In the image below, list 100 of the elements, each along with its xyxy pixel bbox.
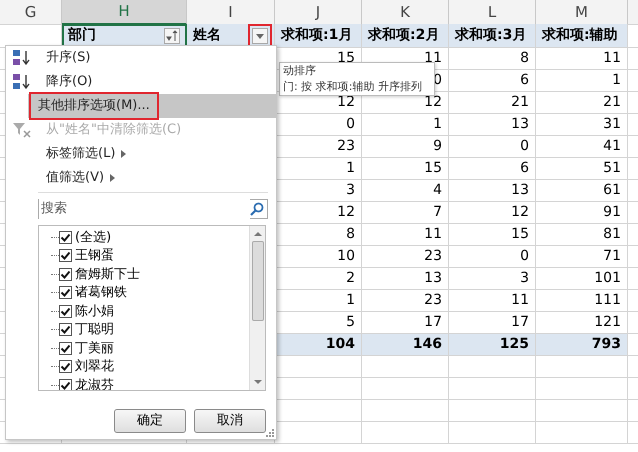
dropdown-arrow-icon [255,32,265,40]
menu-item[interactable]: 值筛选(V) [6,166,276,190]
table-cell-text: 15 [424,159,442,178]
checkbox[interactable] [59,304,75,318]
total-cell-text: 104 [326,335,355,354]
table-cell-text: 81 [603,225,621,244]
submenu-arrow-icon [121,150,126,158]
list-item-label[interactable]: 王钢蛋 [75,246,114,266]
table-cell-text: 23 [424,291,442,310]
table-cell-text: 8 [346,225,355,244]
sort-descending-icon [12,73,32,91]
checkbox[interactable] [59,360,75,374]
total-cell-text: 125 [500,335,529,354]
table-cell-text: 17 [511,313,529,332]
table-cell-text: 11 [424,225,442,244]
list-item-label[interactable]: 龙淑芬 [75,376,114,390]
column-title: 求和项:辅助 [542,26,618,45]
column-title: 求和项:3月 [455,26,526,45]
table-cell-text: 71 [603,247,621,266]
table-cell-text: 101 [594,269,621,288]
scrollbar[interactable] [249,226,265,390]
checkbox[interactable] [59,230,75,244]
table-cell-text: 11 [603,49,621,68]
table-cell-text: 4 [433,181,442,200]
checkbox[interactable] [59,378,75,390]
table-cell-text: 21 [603,93,621,112]
table-cell-text: 3 [520,269,529,288]
scroll-down-icon[interactable] [254,379,262,385]
table-cell-text: 15 [337,49,355,68]
tooltip-title: 动排序 [283,63,317,79]
table-cell-text: 5 [346,313,355,332]
dialog-button[interactable]: 取消 [194,409,266,433]
list-item-label[interactable]: (全选) [75,228,112,247]
table-cell-text: 9 [433,137,442,156]
list-item-label[interactable]: 陈小娟 [75,302,114,321]
total-cell-text: 793 [592,335,621,354]
list-item-label[interactable]: 丁美丽 [75,338,114,358]
table-cell-text: 12 [337,203,355,222]
column-header[interactable]: H [62,0,187,24]
table-cell-text: 13 [511,181,529,200]
table-cell-text: 1 [433,115,442,134]
table-cell-text: 15 [511,225,529,244]
menu-item[interactable]: 标签筛选(L) [6,142,276,166]
column-title: 姓名 [193,26,221,45]
search-field[interactable]: 搜索 [38,199,268,219]
table-cell-text: 12 [424,93,442,112]
table-cell-text: 0 [520,247,529,266]
table-cell-text: 12 [511,203,529,222]
list-item-label[interactable]: 刘翠花 [75,357,114,376]
table-cell-text: 41 [603,137,621,156]
checkbox[interactable] [59,249,75,262]
checkbox[interactable] [59,286,75,300]
total-cell-text: 146 [412,335,442,354]
clear-filter-icon [12,121,32,139]
column-title: 求和项:2月 [368,26,440,45]
table-cell-text: 1 [346,291,355,310]
table-cell-text: 13 [424,269,442,288]
table-cell-text: 7 [433,203,442,222]
table-cell-text: 6 [520,159,529,178]
table-cell-text: 23 [337,137,355,156]
table-cell-text: 21 [511,93,529,112]
table-cell-text: 23 [424,247,442,266]
table-cell-text: 51 [603,159,621,178]
table-cell-text: 2 [346,269,355,288]
menu-item[interactable]: 其他排序选项(M)... [28,94,276,118]
table-cell-text: 17 [424,313,442,332]
table-cell-text: 0 [346,115,355,134]
table-cell-text: 0 [520,137,529,156]
table-cell-text: 10 [337,247,355,266]
table-cell-text: 1 [612,71,621,90]
table-cell-text: 3 [346,181,355,200]
column-title: 求和项:1月 [281,26,352,45]
table-cell-text: 13 [511,115,529,134]
tooltip-text: 门: 按 求和项:辅助 升序排列 [283,79,423,95]
dialog-button[interactable]: 确定 [114,409,186,433]
table-cell-text: 31 [603,115,621,134]
table-cell-text: 121 [594,313,621,332]
resize-grip-icon[interactable] [266,429,274,437]
table-cell-text: 1 [346,159,355,178]
table-cell-text: 11 [424,49,442,68]
list-item-label[interactable]: 丁聪明 [75,320,114,340]
table-cell-text: 11 [511,291,529,310]
list-item-label[interactable]: 诸葛钢铁 [75,283,127,302]
table-cell-text: 12 [337,93,355,112]
table-cell-text: 6 [520,71,529,90]
table-cell-text: 91 [603,203,621,222]
checkbox[interactable] [59,323,75,336]
menu-item[interactable]: 降序(O) [6,70,276,94]
checkbox[interactable] [59,268,75,281]
submenu-arrow-icon [110,174,116,182]
sort-button[interactable] [164,28,180,44]
menu-item[interactable]: 升序(S) [6,46,276,70]
scroll-up-icon[interactable] [254,231,262,237]
column-title: 部门 [68,26,96,45]
table-cell-text: 61 [603,181,621,200]
checkbox[interactable] [59,342,75,355]
table-cell-text: 111 [594,291,621,310]
table-cell-text: 8 [520,49,529,68]
list-item-label[interactable]: 詹姆斯下士 [75,264,140,284]
sort-ascending-icon [12,49,32,67]
